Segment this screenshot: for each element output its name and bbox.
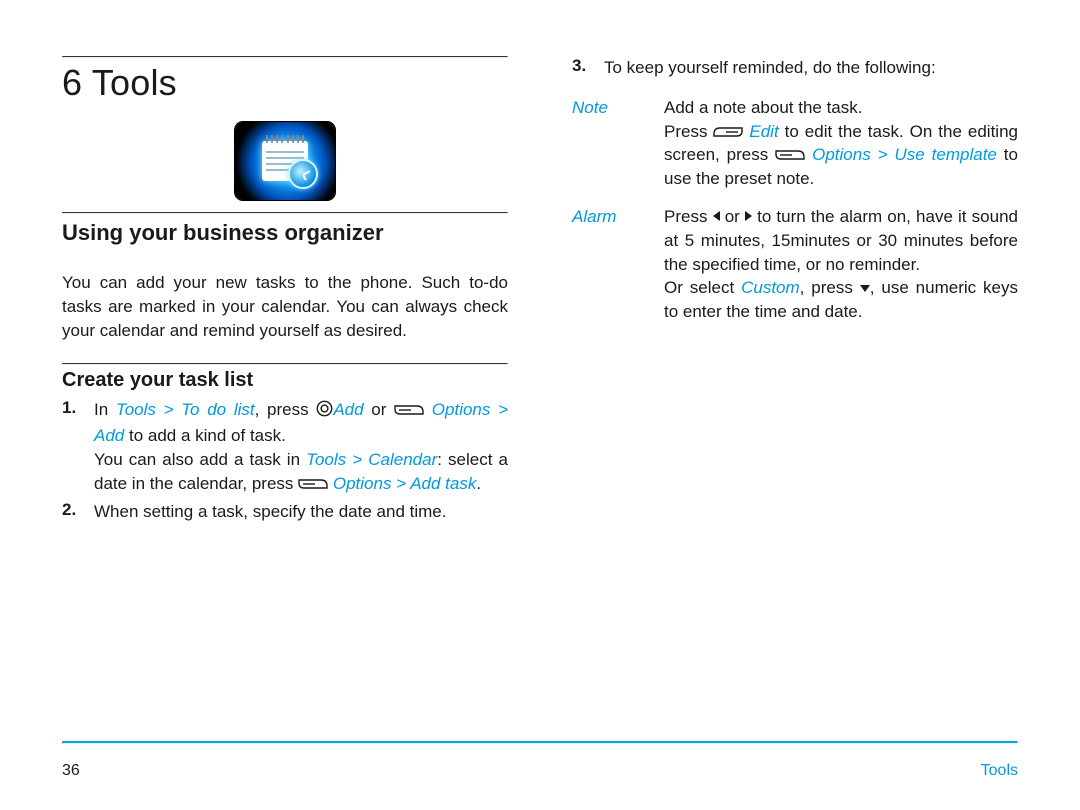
calendar-pad [262,141,308,181]
page-footer: 36 Tools [62,762,1018,780]
chapter-title: Tools [92,62,177,103]
text: Or select [664,278,741,297]
text: Add a note about the task. [664,98,862,117]
section-heading: Using your business organizer [62,220,508,246]
subsection-rule [62,363,508,365]
softkey-left-icon [775,148,805,162]
section-body: You can add your new tasks to the phone.… [62,271,508,342]
steps-list: 1. In Tools > To do list, press Add or O… [62,398,508,527]
footer-rule [62,741,1018,744]
step-body: To keep yourself reminded, do the follow… [604,56,1018,80]
def-term-note: Note [572,96,644,191]
text: to add a kind of task. [124,426,286,445]
chapter-number: 6 [62,62,82,103]
text: In [94,400,116,419]
menu-action: Custom [741,278,800,297]
def-term-alarm: Alarm [572,205,644,324]
triangle-right-icon [745,211,752,221]
def-body-note: Add a note about the task. Press Edit to… [664,96,1018,191]
footer-section: Tools [981,762,1018,780]
menu-action: Add [333,400,363,419]
text: or [364,400,395,419]
definition-list: Note Add a note about the task. Press Ed… [572,96,1018,324]
softkey-right-icon [713,125,743,139]
section-rule [62,212,508,214]
text: Press [664,207,713,226]
triangle-down-icon [860,285,870,292]
step-2: 2. When setting a task, specify the date… [62,500,508,524]
menu-action: Options > Use template [812,145,997,164]
center-select-icon [316,400,333,424]
step-3: 3. To keep yourself reminded, do the fol… [572,56,1018,80]
chapter-rule [62,56,508,58]
step-number: 2. [62,500,84,524]
step-body: When setting a task, specify the date an… [94,500,508,524]
subsection-heading: Create your task list [62,369,508,392]
text: or [720,207,745,226]
text: . [476,474,481,493]
icon-tile [235,122,335,200]
text: You can also add a task in [94,450,306,469]
manual-page: 6 Tools Using your business organizer [0,0,1080,810]
text: Press [664,122,713,141]
step-1: 1. In Tools > To do list, press Add or O… [62,398,508,495]
two-column-layout: 6 Tools Using your business organizer [62,56,1018,702]
step-body: In Tools > To do list, press Add or Opti… [94,398,508,495]
right-column: 3. To keep yourself reminded, do the fol… [572,56,1018,702]
def-body-alarm: Press or to turn the alarm on, have it s… [664,205,1018,324]
step-number: 1. [62,398,84,495]
steps-list-cont: 3. To keep yourself reminded, do the fol… [572,56,1018,84]
menu-action: Options > Add task [333,474,476,493]
calendar-binder [266,135,304,143]
left-column: 6 Tools Using your business organizer [62,56,508,702]
menu-path: Tools > To do list [116,400,255,419]
text: , press [255,400,317,419]
menu-path: Tools > Calendar [306,450,437,469]
calendar-clock-icon [62,122,508,200]
menu-action: Edit [749,122,778,141]
page-number: 36 [62,762,80,780]
softkey-left-icon [298,477,328,491]
softkey-left-icon [394,403,424,417]
triangle-left-icon [713,211,720,221]
step-number: 3. [572,56,594,80]
clock-overlay-icon [288,159,318,189]
text: , press [800,278,860,297]
chapter-heading: 6 Tools [62,62,508,104]
